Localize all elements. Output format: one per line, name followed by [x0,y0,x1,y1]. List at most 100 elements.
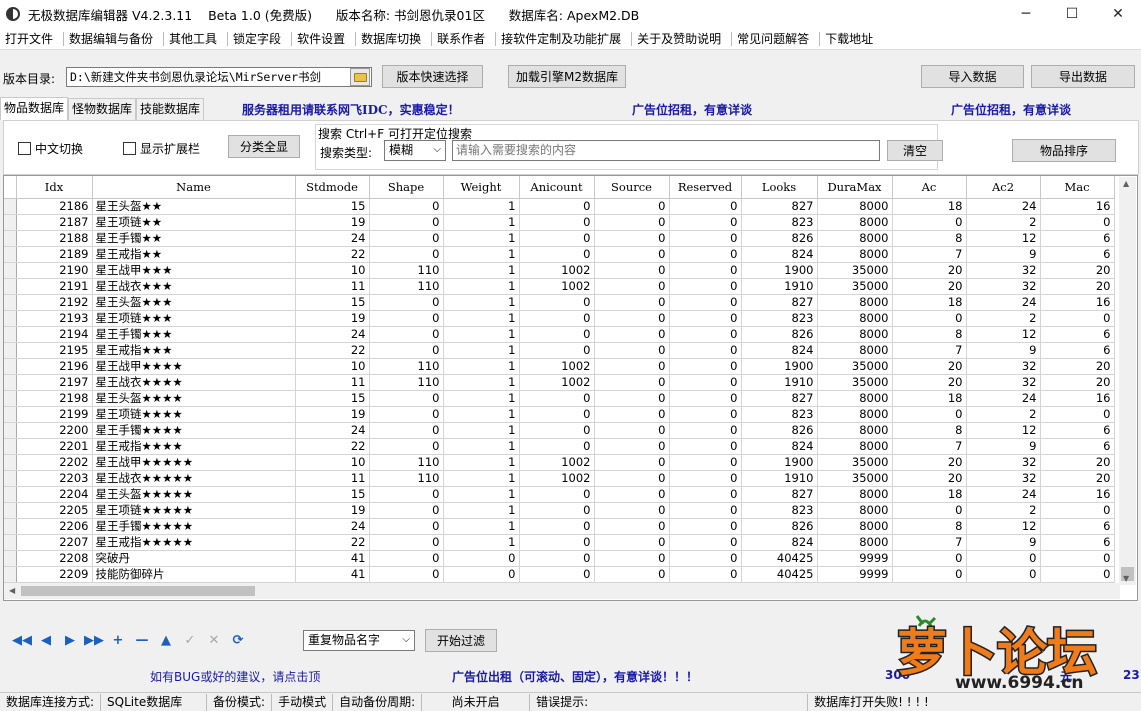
horizontal-scroll-thumb[interactable] [21,586,255,596]
row-indicator[interactable] [4,406,17,423]
cell-source[interactable]: 0 [594,198,670,215]
cell-ac2[interactable]: 9 [966,342,1041,359]
cell-duramax[interactable]: 8000 [817,326,893,343]
table-row[interactable]: 2190 星王战甲★★★ 10 110 1 1002 0 0 1900 35000 20 32 20 [4,262,1115,279]
cell-looks[interactable]: 1900 [741,454,818,471]
cell-ac[interactable]: 8 [892,326,967,343]
cell-mac[interactable]: 0 [1040,214,1115,231]
cell-duramax[interactable]: 8000 [817,390,893,407]
cell-mac[interactable]: 0 [1040,550,1115,567]
cell-ac2[interactable]: 24 [966,486,1041,503]
cell-anicount[interactable]: 0 [519,502,595,519]
cell-stdmode[interactable]: 22 [295,438,370,455]
row-indicator[interactable] [4,534,17,551]
cell-ac2[interactable]: 32 [966,262,1041,279]
table-row[interactable]: 2194 星王手镯★★★ 24 0 1 0 0 0 826 8000 8 12 6 [4,326,1115,343]
cell-weight[interactable]: 1 [443,470,520,487]
duplicate-filter-select[interactable]: 重复物品名字 ⌵ [303,630,415,651]
cell-ac[interactable]: 7 [892,246,967,263]
cell-name[interactable]: 星王战衣★★★ [92,278,296,295]
table-row[interactable]: 2188 星王手镯★★ 24 0 1 0 0 0 826 8000 8 12 6 [4,230,1115,247]
post-record-icon[interactable]: ✓ [178,632,202,648]
cell-source[interactable]: 0 [594,214,670,231]
clear-search-button[interactable]: 清空 [887,140,943,161]
cell-reserved[interactable]: 0 [669,374,742,391]
cell-ac[interactable]: 18 [892,198,967,215]
cell-looks[interactable]: 826 [741,326,818,343]
row-indicator[interactable] [4,246,17,263]
row-indicator[interactable] [4,198,17,215]
cell-looks[interactable]: 827 [741,198,818,215]
cell-reserved[interactable]: 0 [669,310,742,327]
cell-ac2[interactable]: 24 [966,294,1041,311]
cell-ac2[interactable]: 9 [966,438,1041,455]
cell-weight[interactable]: 1 [443,310,520,327]
cell-reserved[interactable]: 0 [669,230,742,247]
cell-ac2[interactable]: 2 [966,502,1041,519]
cell-reserved[interactable]: 0 [669,502,742,519]
cell-mac[interactable]: 6 [1040,518,1115,535]
cell-shape[interactable]: 0 [369,422,444,439]
menu-settings[interactable]: 软件设置 [292,31,357,46]
cell-shape[interactable]: 0 [369,518,444,535]
tab-skills-db[interactable]: 技能数据库 [136,98,205,120]
scroll-down-icon[interactable]: ▼ [1123,574,1129,583]
row-indicator[interactable] [4,470,17,487]
cell-reserved[interactable]: 0 [669,198,742,215]
cell-shape[interactable]: 0 [369,502,444,519]
cell-anicount[interactable]: 0 [519,342,595,359]
table-row[interactable]: 2203 星王战衣★★★★★ 11 110 1 1002 0 0 1910 35000 20 32 20 [4,470,1115,487]
column-header-reserved[interactable]: Reserved [669,176,742,199]
cell-ac2[interactable]: 2 [966,310,1041,327]
vertical-scrollbar[interactable]: ▲ ▼ [1119,177,1136,585]
cell-shape[interactable]: 0 [369,246,444,263]
cell-anicount[interactable]: 0 [519,326,595,343]
cell-reserved[interactable]: 0 [669,518,742,535]
cell-anicount[interactable]: 0 [519,438,595,455]
version-quick-select-button[interactable]: 版本快速选择 [382,65,483,88]
cell-ac[interactable]: 20 [892,262,967,279]
cell-reserved[interactable]: 0 [669,278,742,295]
cell-ac[interactable]: 7 [892,438,967,455]
cell-name[interactable]: 星王戒指★★ [92,246,296,263]
row-indicator[interactable] [4,502,17,519]
cell-weight[interactable]: 1 [443,294,520,311]
menu-faq[interactable]: 常见问题解答 [732,31,821,46]
cell-source[interactable]: 0 [594,278,670,295]
cell-anicount[interactable]: 1002 [519,278,595,295]
cell-duramax[interactable]: 9999 [817,550,893,567]
cell-mac[interactable]: 16 [1040,486,1115,503]
cell-source[interactable]: 0 [594,566,670,583]
cell-anicount[interactable]: 1002 [519,358,595,375]
cell-stdmode[interactable]: 15 [295,486,370,503]
cell-source[interactable]: 0 [594,326,670,343]
show-ext-checkbox[interactable] [123,142,136,155]
cell-mac[interactable]: 20 [1040,358,1115,375]
cell-weight[interactable]: 1 [443,278,520,295]
cell-reserved[interactable]: 0 [669,342,742,359]
cell-stdmode[interactable]: 11 [295,470,370,487]
column-header-looks[interactable]: Looks [741,176,818,199]
cell-ac[interactable]: 8 [892,422,967,439]
cell-stdmode[interactable]: 15 [295,390,370,407]
cell-ac[interactable]: 7 [892,342,967,359]
cell-source[interactable]: 0 [594,406,670,423]
last-record-icon[interactable]: ▶▶ [82,632,106,648]
column-header-stdmode[interactable]: Stdmode [295,176,370,199]
cell-ac2[interactable]: 12 [966,518,1041,535]
cell-looks[interactable]: 824 [741,534,818,551]
column-header-mac[interactable]: Mac [1040,176,1115,199]
cell-duramax[interactable]: 8000 [817,502,893,519]
cell-shape[interactable]: 0 [369,214,444,231]
table-row[interactable]: 2200 星王手镯★★★★ 24 0 1 0 0 0 826 8000 8 12 6 [4,422,1115,439]
minimize-button[interactable]: ─ [1003,0,1049,28]
cell-ac[interactable]: 20 [892,470,967,487]
cell-mac[interactable]: 0 [1040,566,1115,583]
table-row[interactable]: 2205 星王项链★★★★★ 19 0 1 0 0 0 823 8000 0 2 0 [4,502,1115,519]
cell-stdmode[interactable]: 24 [295,422,370,439]
cell-source[interactable]: 0 [594,422,670,439]
cell-idx[interactable]: 2197 [16,374,93,391]
cell-looks[interactable]: 824 [741,246,818,263]
cancel-record-icon[interactable]: ✕ [202,632,226,648]
menu-contact-author[interactable]: 联系作者 [432,31,497,46]
